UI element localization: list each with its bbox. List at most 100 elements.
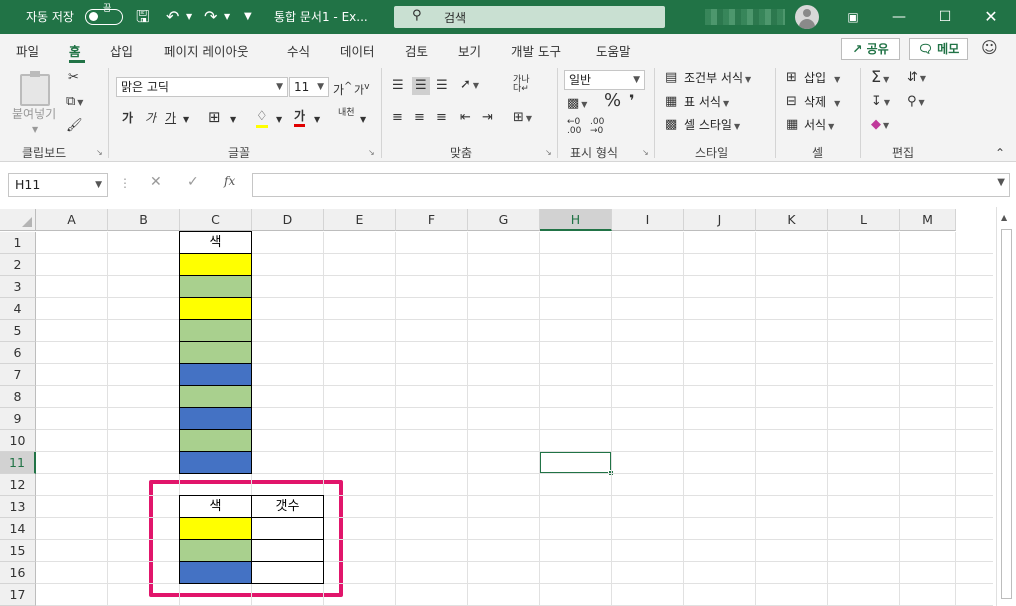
format-as-table-button[interactable]: 표 서식 ▼ xyxy=(684,94,729,112)
insert-function-icon[interactable]: fx xyxy=(224,174,235,188)
cell-c15-green[interactable] xyxy=(179,539,252,562)
row-header-17[interactable]: 17 xyxy=(0,584,36,606)
formula-input[interactable]: ▼ xyxy=(252,173,1010,197)
font-color-icon[interactable]: 가 xyxy=(294,108,306,127)
active-cell-h11[interactable] xyxy=(539,451,614,476)
column-header-l[interactable]: L xyxy=(828,209,900,231)
increase-indent-icon[interactable]: ⇥ xyxy=(482,110,493,126)
row-header-12[interactable]: 12 xyxy=(0,474,36,496)
row-header-5[interactable]: 5 xyxy=(0,320,36,342)
cell-d14-count[interactable] xyxy=(251,517,324,540)
increase-decimal-icon[interactable]: ←0.00 xyxy=(567,118,581,136)
delete-cells-icon[interactable]: ⊟ xyxy=(786,94,797,110)
copy-icon[interactable]: ⧉ ▼ xyxy=(66,94,83,111)
cell-c10-green[interactable] xyxy=(179,429,252,452)
fill-icon[interactable]: ↧ ▼ xyxy=(871,94,890,111)
row-header-2[interactable]: 2 xyxy=(0,254,36,276)
cell-c4-yellow[interactable] xyxy=(179,297,252,320)
maximize-icon[interactable]: ☐ xyxy=(922,0,968,34)
phonetic-icon[interactable]: 내천 xyxy=(338,108,355,118)
cell-c13-header-color[interactable]: 색 xyxy=(179,495,252,518)
row-header-8[interactable]: 8 xyxy=(0,386,36,408)
number-launcher-icon[interactable]: ↘ xyxy=(642,148,649,157)
decrease-decimal-icon[interactable]: .00 →0 xyxy=(590,118,604,136)
avatar[interactable] xyxy=(795,5,819,29)
format-cells-icon[interactable]: ▦ xyxy=(786,117,798,133)
row-header-10[interactable]: 10 xyxy=(0,430,36,452)
redo-dropdown-icon[interactable]: ▼ xyxy=(224,0,230,34)
tab-home[interactable]: 홈 xyxy=(69,41,81,60)
undo-dropdown-icon[interactable]: ▼ xyxy=(186,0,192,34)
bold-icon[interactable]: 가 xyxy=(122,110,133,126)
insert-cells-icon[interactable]: ⊞ xyxy=(786,70,797,86)
paste-dropdown-icon[interactable]: ▼ xyxy=(32,122,38,138)
cell-styles-button[interactable]: 셀 스타일 ▼ xyxy=(684,117,740,135)
row-header-15[interactable]: 15 xyxy=(0,540,36,562)
italic-icon[interactable]: 가 xyxy=(145,110,156,126)
cell-c11-blue[interactable] xyxy=(179,451,252,474)
column-header-e[interactable]: E xyxy=(324,209,396,231)
sort-filter-icon[interactable]: ⇵ ▼ xyxy=(907,70,926,87)
underline-dropdown-icon[interactable]: ▼ xyxy=(183,112,189,128)
wrap-text-icon[interactable]: 가나 다↵ xyxy=(513,76,530,94)
fill-color-icon[interactable]: ♢ xyxy=(256,109,268,128)
align-top-icon[interactable]: ☰ xyxy=(392,78,404,94)
scroll-up-icon[interactable]: ▲ xyxy=(1001,213,1007,222)
tab-insert[interactable]: 삽입 xyxy=(110,41,133,60)
format-cells-button[interactable]: 서식 ▼ xyxy=(804,117,834,135)
find-select-icon[interactable]: ⚲ ▼ xyxy=(907,94,925,111)
vertical-scrollbar[interactable]: ▲ xyxy=(996,207,1016,606)
paste-label[interactable]: 붙여넣기 xyxy=(12,106,56,122)
font-launcher-icon[interactable]: ↘ xyxy=(368,148,375,157)
cell-c6-green[interactable] xyxy=(179,341,252,364)
row-header-3[interactable]: 3 xyxy=(0,276,36,298)
cell-c3-green[interactable] xyxy=(179,275,252,298)
name-box[interactable]: H11 ▼ xyxy=(8,173,108,197)
format-painter-icon[interactable]: 🖌 xyxy=(66,118,83,134)
tab-data[interactable]: 데이터 xyxy=(340,41,375,60)
formula-bar-grip-icon[interactable]: ⋮ xyxy=(119,176,131,190)
feedback-smiley-icon[interactable]: ☺ xyxy=(981,38,998,57)
tab-file[interactable]: 파일 xyxy=(16,41,39,60)
row-header-9[interactable]: 9 xyxy=(0,408,36,430)
align-center-icon[interactable]: ≡ xyxy=(414,110,425,126)
cell-c5-green[interactable] xyxy=(179,319,252,342)
cell-d16-count[interactable] xyxy=(251,561,324,584)
column-header-h[interactable]: H xyxy=(540,209,612,231)
clear-icon[interactable]: ◆ ▼ xyxy=(871,117,889,134)
cell-c16-blue[interactable] xyxy=(179,561,252,584)
row-header-16[interactable]: 16 xyxy=(0,562,36,584)
merge-center-icon[interactable]: ⊞ ▼ xyxy=(513,110,532,127)
expand-formula-icon[interactable]: ▼ xyxy=(997,177,1005,188)
enter-icon[interactable]: ✓ xyxy=(187,174,199,190)
minimize-icon[interactable]: — xyxy=(876,0,922,34)
column-header-b[interactable]: B xyxy=(108,209,180,231)
ribbon-display-icon[interactable]: ▣ xyxy=(830,0,876,34)
align-middle-icon[interactable]: ☰ xyxy=(412,77,430,95)
cancel-icon[interactable]: ✕ xyxy=(150,174,162,190)
font-color-dropdown-icon[interactable]: ▼ xyxy=(314,112,320,128)
collapse-ribbon-icon[interactable]: ⌃ xyxy=(995,146,1005,160)
select-all-button[interactable] xyxy=(0,209,36,231)
number-format-combo[interactable]: 일반 ▼ xyxy=(564,70,645,90)
alignment-launcher-icon[interactable]: ↘ xyxy=(545,148,552,157)
row-header-11[interactable]: 11 xyxy=(0,452,36,474)
align-bottom-icon[interactable]: ☰ xyxy=(436,78,448,94)
customize-qat-icon[interactable]: ▼ xyxy=(244,0,252,34)
column-header-d[interactable]: D xyxy=(252,209,324,231)
cell-c14-yellow[interactable] xyxy=(179,517,252,540)
cell-styles-icon[interactable]: ▩ xyxy=(665,117,677,133)
cut-icon[interactable]: ✂ xyxy=(68,70,79,86)
orientation-icon[interactable]: ➚ ▼ xyxy=(460,77,479,94)
borders-dropdown-icon[interactable]: ▼ xyxy=(230,112,236,128)
clipboard-launcher-icon[interactable]: ↘ xyxy=(96,148,103,157)
delete-cells-button[interactable]: 삭제 ▼ xyxy=(804,94,840,112)
cell-d13-header-count[interactable]: 갯수 xyxy=(251,495,324,518)
column-header-a[interactable]: A xyxy=(36,209,108,231)
column-header-j[interactable]: J xyxy=(684,209,756,231)
align-right-icon[interactable]: ≡ xyxy=(436,110,447,126)
memo-button[interactable]: 🗨 메모 xyxy=(909,38,968,60)
cell-c7-blue[interactable] xyxy=(179,363,252,386)
column-header-i[interactable]: I xyxy=(612,209,684,231)
column-header-g[interactable]: G xyxy=(468,209,540,231)
